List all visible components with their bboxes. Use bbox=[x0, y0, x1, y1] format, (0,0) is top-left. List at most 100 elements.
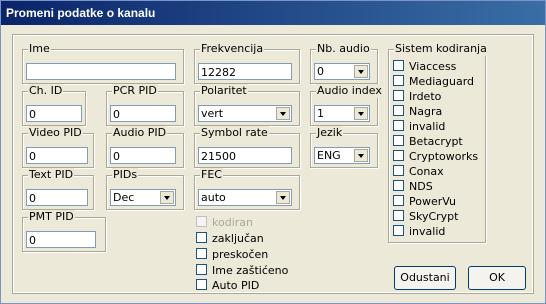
pmt-pid-input[interactable]: 0 bbox=[26, 231, 96, 248]
chevron-down-icon[interactable] bbox=[354, 107, 368, 120]
audio-index-group: Audio index 1 bbox=[310, 84, 383, 126]
pcr-pid-group: PCR PID 0 bbox=[106, 84, 184, 126]
encryption-item-label: Conax bbox=[409, 165, 444, 178]
checkbox-box bbox=[393, 120, 404, 131]
pids-select[interactable]: Dec bbox=[110, 189, 176, 206]
chevron-down-icon[interactable] bbox=[354, 65, 368, 78]
ime-group: Ime bbox=[22, 42, 184, 84]
chevron-down-icon[interactable] bbox=[276, 107, 290, 120]
encryption-item[interactable]: Irdeto bbox=[393, 90, 441, 104]
nb-audio-select[interactable]: 0 bbox=[314, 63, 370, 80]
auto-pid-checkbox[interactable]: Auto PID bbox=[196, 279, 259, 293]
ch-id-group: Ch. ID 0 bbox=[22, 84, 86, 126]
channel-edit-dialog: Promeni podatke o kanalu Ime Frekvencija… bbox=[0, 0, 546, 304]
encryption-item-label: SkyCrypt bbox=[409, 210, 459, 223]
audio-pid-input[interactable]: 0 bbox=[110, 147, 176, 164]
symbol-rate-input[interactable]: 21500 bbox=[198, 147, 292, 164]
zakljucan-label: zaključan bbox=[212, 232, 264, 245]
window-title: Promeni podatke o kanalu bbox=[6, 6, 156, 20]
text-pid-label: Text PID bbox=[28, 168, 75, 182]
preskocen-checkbox[interactable]: preskočen bbox=[196, 248, 268, 262]
chevron-down-icon[interactable] bbox=[276, 191, 290, 204]
checkbox-box bbox=[196, 216, 207, 227]
chevron-down-icon[interactable] bbox=[354, 149, 368, 162]
polaritet-label: Polaritet bbox=[200, 84, 248, 98]
ok-button[interactable]: OK bbox=[468, 266, 526, 290]
pmt-pid-label: PMT PID bbox=[28, 210, 75, 224]
fec-select[interactable]: auto bbox=[198, 189, 292, 206]
checkbox-box bbox=[393, 195, 404, 206]
pcr-pid-label: PCR PID bbox=[112, 84, 158, 98]
symbol-rate-label: Symbol rate bbox=[200, 126, 269, 140]
frekvencija-input[interactable]: 12282 bbox=[198, 63, 292, 80]
encryption-item[interactable]: invalid bbox=[393, 120, 445, 134]
encryption-item[interactable]: Nagra bbox=[393, 105, 442, 119]
checkbox-box bbox=[393, 90, 404, 101]
checkbox-box bbox=[393, 60, 404, 71]
symbol-rate-group: Symbol rate 21500 bbox=[194, 126, 300, 168]
dialog-panel: Ime Frekvencija 12282 Nb. audio 0 Ch. ID… bbox=[12, 34, 534, 294]
encryption-item[interactable]: NDS bbox=[393, 180, 433, 194]
polaritet-value: vert bbox=[201, 107, 224, 120]
polaritet-group: Polaritet vert bbox=[194, 84, 300, 126]
nb-audio-group: Nb. audio 0 bbox=[310, 42, 378, 84]
checkbox-box bbox=[196, 279, 207, 290]
encryption-item[interactable]: Cryptoworks bbox=[393, 150, 478, 164]
kodiran-checkbox[interactable]: kodiran bbox=[196, 216, 253, 230]
checkbox-box bbox=[196, 248, 207, 259]
audio-index-label: Audio index bbox=[316, 84, 383, 98]
encryption-item-label: invalid bbox=[409, 120, 446, 133]
checkbox-box bbox=[393, 105, 404, 116]
fec-label: FEC bbox=[200, 168, 223, 182]
checkbox-box bbox=[393, 165, 404, 176]
encryption-item[interactable]: SkyCrypt bbox=[393, 210, 458, 224]
preskocen-label: preskočen bbox=[212, 248, 269, 261]
encryption-item-label: Viaccess bbox=[409, 60, 457, 73]
encryption-item[interactable]: Viaccess bbox=[393, 60, 456, 74]
zakljucan-checkbox[interactable]: zaključan bbox=[196, 232, 264, 246]
fec-value: auto bbox=[201, 191, 226, 204]
checkbox-box bbox=[393, 135, 404, 146]
checkbox-box bbox=[196, 232, 207, 243]
pmt-pid-group: PMT PID 0 bbox=[22, 210, 106, 252]
encryption-item-label: Betacrypt bbox=[409, 135, 463, 148]
jezik-value: ENG bbox=[317, 149, 341, 162]
chevron-down-icon[interactable] bbox=[160, 191, 174, 204]
encryption-item-label: Cryptoworks bbox=[409, 150, 479, 163]
encryption-item[interactable]: Betacrypt bbox=[393, 135, 463, 149]
encryption-item[interactable]: Conax bbox=[393, 165, 444, 179]
video-pid-group: Video PID 0 bbox=[22, 126, 94, 168]
encryption-item-label: Nagra bbox=[409, 105, 443, 118]
encryption-item[interactable]: Mediaguard bbox=[393, 75, 474, 89]
jezik-select[interactable]: ENG bbox=[314, 147, 370, 164]
audio-index-value: 1 bbox=[317, 107, 324, 120]
checkbox-box bbox=[393, 150, 404, 161]
nb-audio-value: 0 bbox=[317, 65, 324, 78]
polaritet-select[interactable]: vert bbox=[198, 105, 292, 122]
auto-pid-label: Auto PID bbox=[212, 279, 260, 292]
checkbox-box bbox=[393, 225, 404, 236]
ime-zasticeno-checkbox[interactable]: Ime zaštićeno bbox=[196, 264, 288, 278]
encryption-item-label: PowerVu bbox=[409, 195, 457, 208]
kodiran-label: kodiran bbox=[212, 216, 253, 229]
text-pid-input[interactable]: 0 bbox=[26, 189, 88, 206]
encryption-system-group: Sistem kodiranja Viaccess Mediaguard Ird… bbox=[388, 42, 488, 243]
ch-id-input[interactable]: 0 bbox=[26, 105, 82, 122]
encryption-item[interactable]: invalid bbox=[393, 225, 445, 239]
text-pid-group: Text PID 0 bbox=[22, 168, 94, 210]
ch-id-label: Ch. ID bbox=[28, 84, 64, 98]
title-bar[interactable]: Promeni podatke o kanalu bbox=[1, 1, 545, 25]
encryption-item[interactable]: PowerVu bbox=[393, 195, 456, 209]
pcr-pid-input[interactable]: 0 bbox=[110, 105, 176, 122]
jezik-group: Jezik ENG bbox=[310, 126, 378, 168]
video-pid-input[interactable]: 0 bbox=[26, 147, 88, 164]
cancel-button[interactable]: Odustani bbox=[394, 266, 456, 290]
ime-input[interactable] bbox=[26, 63, 176, 80]
ime-label: Ime bbox=[28, 42, 51, 56]
audio-pid-label: Audio PID bbox=[112, 126, 168, 140]
checkbox-box bbox=[393, 180, 404, 191]
audio-index-select[interactable]: 1 bbox=[314, 105, 370, 122]
encryption-item-label: invalid bbox=[409, 225, 446, 238]
checkbox-box bbox=[393, 210, 404, 221]
fec-group: FEC auto bbox=[194, 168, 300, 210]
